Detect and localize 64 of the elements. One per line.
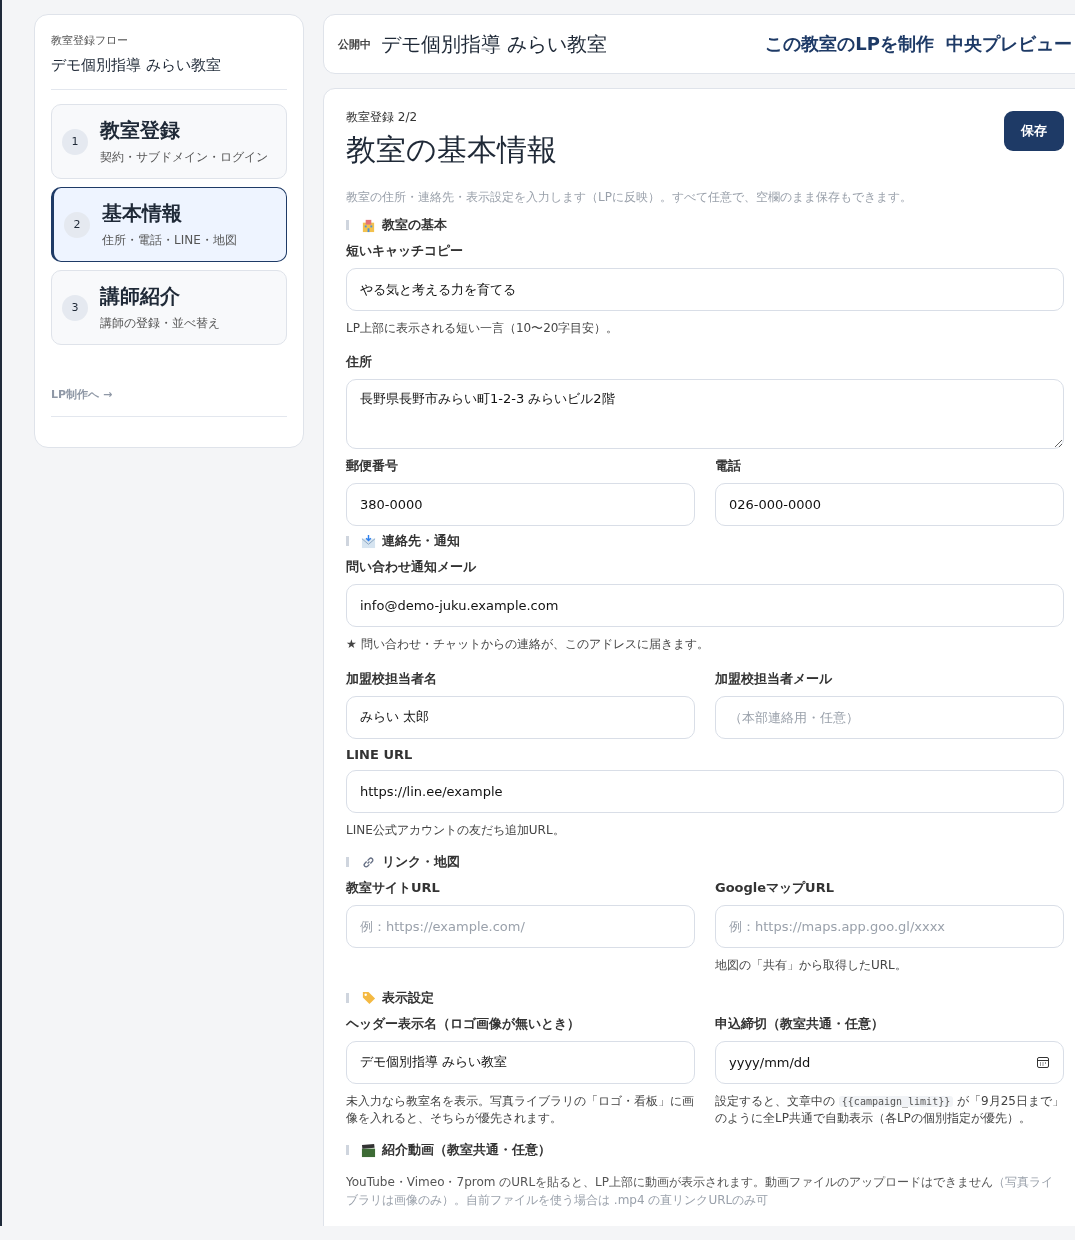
field-label: GoogleマップURL <box>715 879 835 898</box>
status-label: 公開中 <box>338 36 371 52</box>
input-field[interactable]: みらい 太郎 <box>346 695 695 739</box>
school-name: デモ個別指導 みらい教室 <box>381 30 608 58</box>
header-link[interactable]: 中央プレビュー <box>946 32 1072 56</box>
field-hint: 未入力なら教室名を表示。写真ライブラリの「ロゴ・看板」に画像を入れると、そちらが優先されます。 <box>346 1092 695 1127</box>
input-field[interactable]: 例：https://example.com/ <box>346 905 695 949</box>
field-hint: LP上部に表示される短い一言（10〜20字目安）。 <box>346 320 620 337</box>
field-label: 住所 <box>346 353 373 372</box>
field-hint: 地図の「共有」から取得したURL。 <box>715 957 908 975</box>
step-number: 1 <box>62 128 88 155</box>
step-subtitle: 講師の登録・並べ替え <box>100 315 220 332</box>
school-name: デモ個別指導 みらい教室 <box>51 56 222 75</box>
input-field[interactable]: （本部連絡用・任意） <box>715 695 1064 739</box>
date-field[interactable]: yyyy/mm/dd <box>715 1040 1064 1084</box>
step-item[interactable]: 2 基本情報 住所・電話・LINE・地図 <box>51 187 287 262</box>
field-label: 申込締切（教室共通・任意） <box>715 1014 885 1033</box>
section-title: 教室の基本 <box>382 216 447 234</box>
address-field[interactable]: 長野県長野市みらい町1-2-3 みらいビル2階 <box>346 379 1064 450</box>
field-hint: 設定すると、文章中の {{campaign_limit}} が「9月25日まで」のように全LP共通で自動表示（各LPの個別指定が優先）。 <box>715 1092 1064 1127</box>
step-title: 教室登録 <box>100 117 181 144</box>
section-title: リンク・地図 <box>382 853 460 872</box>
step-title: 講師紹介 <box>100 283 181 310</box>
field-hint: ★ 問い合わせ・チャットからの連絡が、このアドレスに届きます。 <box>346 636 710 654</box>
section-title: 紹介動画（教室共通・任意） <box>382 1141 551 1160</box>
step-title: 基本情報 <box>102 200 183 227</box>
field-hint: LINE公式アカウントの友だち追加URL。 <box>346 821 566 839</box>
page-title: 教室の基本情報 <box>346 131 557 169</box>
field-label: 短いキャッチコピー <box>346 242 464 260</box>
input-field[interactable]: https://lin.ee/example <box>346 769 1064 813</box>
field-label: LINE URL <box>346 746 414 762</box>
step-number: 3 <box>62 294 88 321</box>
input-field[interactable]: デモ個別指導 みらい教室 <box>346 1040 695 1084</box>
step-number: 2 <box>64 211 90 238</box>
step-item[interactable]: 1 教室登録 契約・サブドメイン・ログイン <box>51 104 287 179</box>
field-label: 加盟校担当者名 <box>346 669 438 688</box>
input-field[interactable]: やる気と考える力を育てる <box>346 268 1064 311</box>
save-button[interactable]: 保存 <box>1004 111 1064 151</box>
step-subtitle: 契約・サブドメイン・ログイン <box>100 149 268 166</box>
step-item[interactable]: 3 講師紹介 講師の登録・並べ替え <box>51 270 287 345</box>
field-label: 加盟校担当者メール <box>715 669 833 688</box>
field-label: 教室サイトURL <box>346 879 441 898</box>
envelope-icon <box>361 533 376 549</box>
input-field[interactable]: 026-000-0000 <box>715 483 1064 527</box>
field-label: 郵便番号 <box>346 457 399 476</box>
input-field[interactable]: 380-0000 <box>346 483 695 527</box>
section-title: 表示設定 <box>382 988 434 1007</box>
section-title: 連絡先・通知 <box>382 532 460 551</box>
school-icon <box>361 217 376 233</box>
header-link[interactable]: この教室のLPを制作 <box>765 32 934 56</box>
field-label: 電話 <box>715 457 742 476</box>
calendar-icon <box>1036 1054 1050 1069</box>
input-field[interactable]: 例：https://maps.app.goo.gl/xxxx <box>715 905 1064 949</box>
sidebar-label: 教室登録フロー <box>51 33 129 48</box>
clapperboard-icon <box>361 1142 376 1158</box>
section-description: YouTube・Vimeo・7prom のURLを貼ると、LP上部に動画が表示されます。動画ファイルのアップロードはできません（写真ライブラリは画像のみ）。自前ファイルを使う場合は .mp4 の直リンクURLのみ可 <box>346 1174 1054 1210</box>
step-subtitle: 住所・電話・LINE・地図 <box>102 232 237 249</box>
input-field[interactable]: info@demo-juku.example.com <box>346 584 1064 628</box>
field-label: ヘッダー表示名（ロゴ画像が無いとき） <box>346 1014 581 1033</box>
field-label: 問い合わせ通知メール <box>346 558 477 577</box>
link-icon <box>361 854 376 870</box>
form-description: 教室の住所・連絡先・表示設定を入力します（LPに反映）。すべて任意で、空欄のまま保存もできます。 <box>346 189 913 206</box>
step-label: 教室登録 2/2 <box>346 109 419 126</box>
tag-icon <box>361 990 376 1006</box>
